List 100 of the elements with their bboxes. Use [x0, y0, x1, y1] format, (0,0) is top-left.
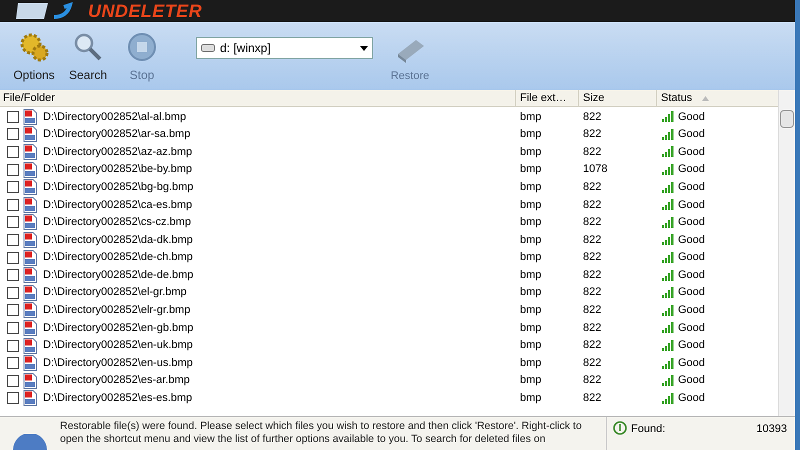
file-size: 822	[582, 232, 602, 248]
signal-bars-icon	[662, 216, 675, 228]
row-checkbox[interactable]	[7, 181, 19, 194]
row-checkbox[interactable]	[7, 128, 19, 140]
column-header[interactable]: File/Folder	[0, 90, 516, 106]
bitmap-file-icon	[23, 355, 37, 372]
file-extension: bmp	[519, 215, 542, 230]
file-size: 822	[582, 215, 602, 230]
status-text: Good	[678, 391, 705, 406]
signal-bars-icon	[662, 146, 675, 158]
file-size: 822	[582, 180, 602, 195]
file-path: D:\Directory002852\al-al.bmp	[43, 110, 186, 125]
signal-bars-icon	[662, 322, 675, 334]
row-checkbox[interactable]	[7, 357, 19, 370]
status-text: Good	[678, 250, 705, 266]
file-extension: bmp	[519, 391, 542, 406]
file-extension: bmp	[519, 180, 542, 195]
file-size: 822	[582, 144, 602, 160]
search-button[interactable]: Search	[62, 28, 114, 84]
signal-bars-icon	[662, 340, 675, 352]
file-path: D:\Directory002852\bg-bg.bmp	[43, 180, 194, 195]
row-checkbox[interactable]	[7, 146, 19, 158]
row-checkbox[interactable]	[7, 252, 19, 264]
bitmap-file-icon	[23, 214, 37, 230]
file-path: D:\Directory002852\ca-es.bmp	[43, 198, 192, 213]
bitmap-file-icon	[23, 320, 37, 336]
row-checkbox[interactable]	[7, 286, 19, 299]
status-text: Good	[678, 338, 705, 354]
bitmap-file-icon	[23, 144, 37, 160]
file-extension: bmp	[519, 162, 542, 178]
file-size: 822	[582, 373, 602, 388]
row-checkbox[interactable]	[7, 374, 19, 387]
bitmap-file-icon	[23, 232, 37, 248]
scrollbar[interactable]	[778, 90, 795, 416]
bitmap-file-icon	[23, 302, 37, 318]
file-extension: bmp	[519, 110, 542, 125]
status-text: Good	[678, 268, 705, 283]
file-size: 822	[582, 356, 602, 371]
status-text: Good	[678, 373, 705, 388]
column-header[interactable]: File ext…	[516, 90, 579, 106]
file-extension: bmp	[519, 198, 542, 213]
file-path: D:\Directory002852\az-az.bmp	[43, 144, 192, 160]
signal-bars-icon	[662, 199, 675, 210]
file-extension: bmp	[519, 268, 542, 283]
row-checkbox[interactable]	[7, 392, 19, 404]
file-path: D:\Directory002852\cs-cz.bmp	[43, 215, 191, 230]
file-size: 1078	[582, 162, 608, 178]
file-extension: bmp	[519, 285, 542, 300]
signal-bars-icon	[662, 111, 675, 122]
column-header[interactable]: Status	[661, 90, 692, 106]
options-button[interactable]: Options	[8, 28, 60, 84]
bitmap-file-icon	[23, 338, 37, 354]
signal-bars-icon	[662, 252, 675, 264]
file-size: 822	[582, 285, 602, 300]
row-checkbox[interactable]	[7, 340, 19, 352]
bitmap-file-icon	[23, 390, 37, 406]
row-checkbox[interactable]	[7, 304, 19, 316]
file-extension: bmp	[519, 373, 542, 388]
status-text: Good	[678, 215, 705, 230]
status-text: Good	[678, 144, 705, 160]
bitmap-file-icon	[23, 372, 37, 389]
file-path: D:\Directory002852\de-ch.bmp	[43, 250, 193, 266]
caret-icon	[360, 46, 368, 50]
found-circle-icon	[613, 421, 627, 435]
file-path: D:\Directory002852\en-gb.bmp	[43, 320, 194, 336]
row-checkbox[interactable]	[7, 198, 19, 211]
row-checkbox[interactable]	[7, 216, 19, 228]
bitmap-file-icon	[23, 126, 37, 142]
status-text: Good	[678, 285, 705, 300]
status-text: Good	[678, 127, 705, 142]
found-label: Found:	[631, 422, 666, 437]
row-checkbox[interactable]	[7, 269, 19, 282]
file-extension: bmp	[519, 356, 542, 371]
file-path: D:\Directory002852\en-uk.bmp	[43, 338, 193, 354]
row-checkbox[interactable]	[7, 164, 19, 176]
file-extension: bmp	[519, 338, 542, 354]
file-size: 822	[582, 303, 602, 318]
row-checkbox[interactable]	[7, 110, 19, 123]
gears-icon	[19, 32, 49, 62]
sort-arrow-icon	[702, 96, 710, 100]
file-extension: bmp	[519, 303, 542, 318]
file-path: D:\Directory002852\el-gr.bmp	[43, 285, 187, 300]
status-text: Good	[678, 180, 705, 195]
file-extension: bmp	[519, 127, 542, 142]
status-text: Good	[678, 303, 705, 318]
file-path: D:\Directory002852\de-de.bmp	[43, 268, 194, 283]
column-header[interactable]: Size	[579, 90, 657, 106]
row-checkbox[interactable]	[7, 322, 19, 334]
signal-bars-icon	[662, 287, 675, 298]
signal-bars-icon	[662, 304, 675, 316]
bitmap-file-icon	[23, 196, 37, 213]
bitmap-file-icon	[23, 162, 37, 178]
signal-bars-icon	[662, 182, 675, 193]
status-message: Restorable file(s) were found. Please select which files you wish to restore and then click 'Restore'. Right-click to open the shortcut menu and view the list of further options available to you. To search for deleted files on	[60, 419, 583, 447]
signal-bars-icon	[662, 164, 675, 176]
signal-bars-icon	[662, 392, 675, 404]
file-size: 822	[582, 250, 602, 266]
signal-bars-icon	[662, 270, 675, 281]
row-checkbox[interactable]	[7, 234, 19, 246]
drive-dropdown[interactable]: d: [winxp]	[196, 37, 373, 59]
